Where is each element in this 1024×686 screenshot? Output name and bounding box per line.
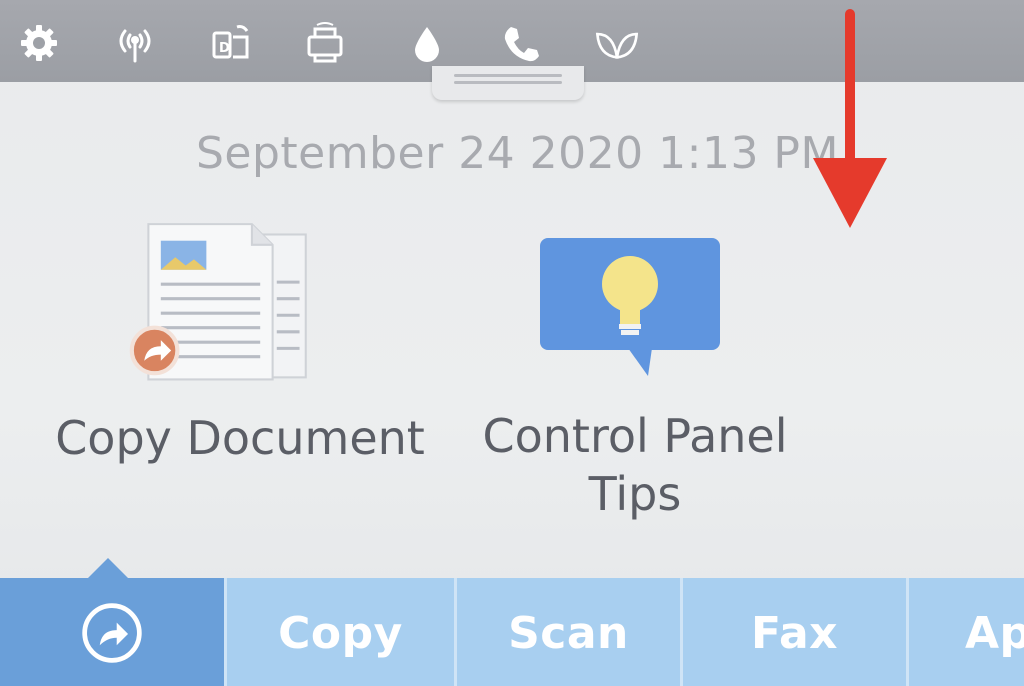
tab-apps[interactable]: Ap xyxy=(906,578,1024,686)
tab-scan[interactable]: Scan xyxy=(454,578,680,686)
copy-document-tile[interactable]: Copy Document xyxy=(40,220,440,480)
swipe-down-arrow-icon xyxy=(813,9,887,228)
notification-pull-handle[interactable] xyxy=(432,66,584,100)
web-services-icon[interactable] xyxy=(300,18,350,68)
control-panel-tips-tile[interactable]: Control Panel Tips xyxy=(470,230,800,530)
control-panel-tips-label-line1: Control Panel xyxy=(482,409,788,463)
bottom-tab-bar: Copy Scan Fax Ap xyxy=(0,578,1024,686)
wireless-signal-icon[interactable] xyxy=(110,18,160,68)
active-tab-pointer xyxy=(86,558,130,580)
svg-text:D: D xyxy=(219,41,230,56)
tab-copy[interactable]: Copy xyxy=(224,578,454,686)
settings-icon[interactable] xyxy=(14,18,64,68)
tab-shortcuts[interactable] xyxy=(0,578,224,686)
fax-icon[interactable] xyxy=(496,18,546,68)
wifi-direct-icon[interactable]: D xyxy=(206,18,256,68)
copy-document-icon xyxy=(129,223,307,381)
tab-fax[interactable]: Fax xyxy=(680,578,906,686)
control-panel-tips-label-line2: Tips xyxy=(588,467,682,521)
eco-icon[interactable] xyxy=(592,18,642,68)
lightbulb-icon xyxy=(540,238,720,376)
date-time: September 24 2020 1:13 PM xyxy=(196,128,839,179)
shortcut-icon xyxy=(82,603,142,663)
ink-icon[interactable] xyxy=(402,18,452,68)
copy-document-label: Copy Document xyxy=(55,411,425,465)
